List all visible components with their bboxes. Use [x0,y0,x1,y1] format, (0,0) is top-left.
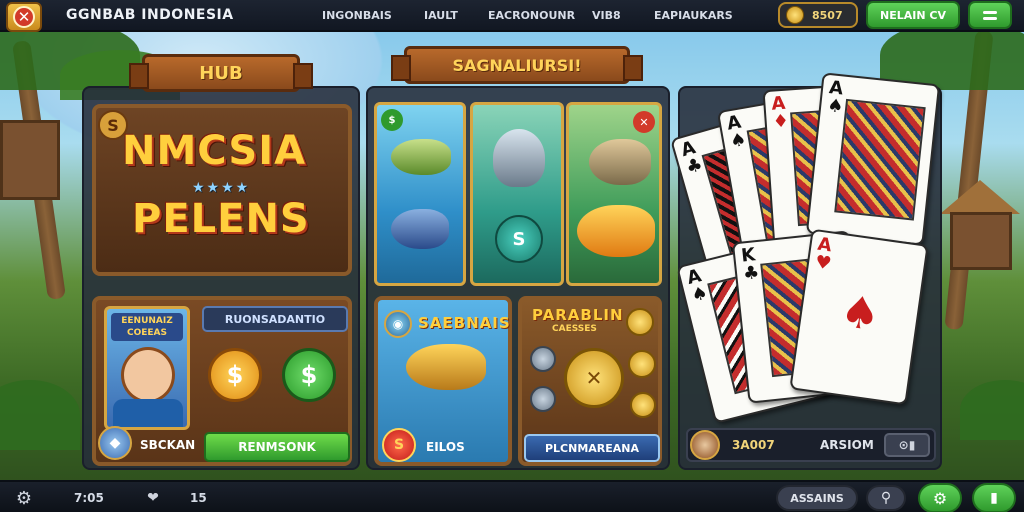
player-avatar-icon[interactable] [690,430,720,460]
featured-game-tile[interactable]: S NMCSIA ★★★★ PELENS [92,104,352,276]
playing-card[interactable]: A ♥ ♠ [789,228,929,406]
featured-title-line1: NMCSIA [122,128,307,174]
fish-tile-3[interactable]: ✕ [566,102,662,286]
logo-badge[interactable]: ✕ [6,2,42,32]
nav-item-2[interactable]: IAULT [424,9,458,22]
currency-icon[interactable]: $ [208,348,262,402]
profile-subtitle: COEEAS [127,328,167,338]
hub-banner: HUB [129,54,313,92]
player-badge-icon: ◆ [98,426,132,460]
player-label: SBCKAN [140,438,196,452]
fish-icon [589,139,651,185]
search-icon[interactable]: ⚲ [866,485,906,511]
coin-balance[interactable]: 8507 [778,2,858,28]
goldfish-icon [577,205,655,257]
tile-badge-icon: $ [381,109,403,131]
coin-balance-value: 8507 [812,8,843,22]
coin-icon [530,386,556,412]
globe-icon: ◉ [384,310,412,338]
nav-item-3[interactable]: EACRONOUNR [488,9,575,22]
fish-tile-1[interactable]: $ [374,102,466,286]
assign-button[interactable]: ASSAINS [776,485,858,511]
coin-icon [628,350,656,378]
coin-icon [630,392,656,418]
playing-card[interactable]: A ♠ [805,72,941,246]
avatar-face-icon [121,347,175,403]
slot-badge-icon: S [382,428,416,462]
spade-icon: ♠ [837,285,884,342]
action-button[interactable]: RENMSONK [204,432,350,462]
dolphin-icon [493,129,545,187]
menu-button[interactable] [968,1,1012,29]
clock-value: 7:05 [74,491,104,505]
level-value: 15 [190,491,207,505]
toggle-icon[interactable]: ⊙▮ [884,433,930,457]
brand-title: GGNBAB INDONESIA [66,7,234,23]
avatar[interactable]: EENUNAIZ COEEAS [104,306,190,430]
fish-icon [406,344,486,390]
player-name-tag: RUONSADANTIO [202,306,348,332]
stars-icon: ★★★★ [192,180,251,196]
menu-icon [983,10,997,20]
nav-item-1[interactable]: INGONBAIS [322,9,392,22]
nav-item-4[interactable]: VIB8 [592,9,621,22]
slot-game-2-button[interactable]: PLCNMAREANA [524,434,660,462]
fish-icon [391,209,449,249]
coin-icon [786,6,804,24]
trash-icon[interactable]: ▮ [972,483,1016,512]
close-icon[interactable]: ✕ [633,111,655,133]
slot-game-2[interactable]: PARABLIN CAESSES ✕ PLCNMAREANA [518,296,662,466]
settings-icon[interactable]: ⚙ [918,483,962,512]
big-coin-icon: ✕ [564,348,624,408]
fish-icon [391,139,451,175]
slots-banner: SAGNALIURSI! [391,46,643,84]
slot-game-1-label: EILOS [426,440,465,454]
featured-title-line2: PELENS [132,196,310,242]
player-value: 3A007 [732,438,775,452]
profile-card: EENUNAIZ COEEAS RUONSADANTIO $ $ ◆ SBCKA… [92,296,352,466]
slot-game-2-subtitle: CAESSES [552,324,597,334]
nav-item-5[interactable]: EAPIAUKARS [654,9,733,22]
fish-tile-2[interactable]: S [470,102,564,286]
slot-game-1[interactable]: ◉ SAEBNAIS S EILOS [374,296,512,466]
gear-icon[interactable]: ⚙ [12,486,36,510]
slot-game-1-title: SAEBNAIS [418,314,511,332]
chat-icon[interactable]: $ [282,348,336,402]
bubble-icon: S [495,215,543,263]
close-icon: ✕ [13,6,35,28]
cards-player-bar: 3A007 ARSIOM ⊙▮ [686,428,936,462]
player-name: ARSIOM [820,438,874,452]
profile-title: EENUNAIZ [121,316,173,326]
coin-icon [530,346,556,372]
slot-game-2-title: PARABLIN [532,306,624,324]
coin-icon [626,308,654,336]
cta-button[interactable]: NELAIN CV [866,1,960,29]
heart-icon[interactable]: ❤ [142,487,164,509]
top-bar: ✕ GGNBAB INDONESIA INGONBAIS IAULT EACRO… [0,0,1024,32]
bottom-bar: ⚙ 7:05 ❤ 15 ASSAINS ⚲ ⚙ ▮ [0,480,1024,512]
